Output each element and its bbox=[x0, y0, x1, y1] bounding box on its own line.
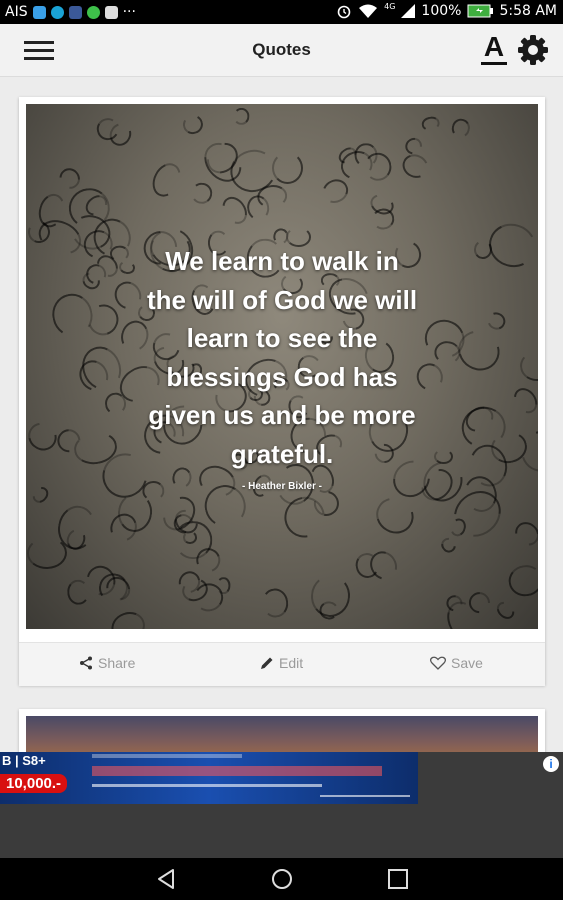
battery-percent: 100% bbox=[421, 3, 462, 19]
more-notifications-indicator: ··· bbox=[122, 4, 136, 20]
raindrop-decoration bbox=[318, 175, 353, 207]
quote-line: grateful. bbox=[230, 438, 334, 469]
raindrop-decoration bbox=[438, 535, 459, 556]
network-type-label: 4G bbox=[384, 1, 396, 11]
home-icon[interactable] bbox=[271, 868, 293, 890]
quote-line: We learn to walk in bbox=[165, 246, 399, 276]
edit-button[interactable]: Edit bbox=[260, 655, 303, 671]
raindrop-decoration bbox=[107, 606, 150, 629]
raindrop-decoration bbox=[260, 587, 290, 619]
back-icon[interactable] bbox=[155, 868, 177, 890]
raindrop-decoration bbox=[216, 577, 231, 595]
raindrop-decoration bbox=[181, 112, 206, 137]
share-label: Share bbox=[98, 655, 136, 671]
edit-label: Edit bbox=[279, 655, 304, 671]
quote-text: We learn to walk in the will of God we w… bbox=[106, 242, 458, 473]
system-navigation-bar bbox=[0, 858, 563, 900]
raindrop-decoration bbox=[233, 107, 251, 126]
alarm-icon bbox=[337, 5, 351, 19]
raindrop-decoration bbox=[483, 217, 538, 273]
battery-icon bbox=[467, 4, 494, 18]
raindrop-decoration bbox=[509, 383, 538, 418]
share-button[interactable]: Share bbox=[79, 655, 135, 671]
signal-icon bbox=[401, 4, 416, 18]
raindrop-decoration bbox=[26, 417, 62, 456]
ad-banner[interactable]: B | S8+ 10,000.- bbox=[0, 752, 418, 804]
quote-card: We learn to walk in the will of God we w… bbox=[19, 97, 545, 686]
messenger-notification-icon bbox=[50, 5, 64, 19]
app-notification-icon bbox=[32, 5, 46, 19]
facebook-notification-icon bbox=[68, 5, 82, 19]
save-label: Save bbox=[451, 655, 483, 671]
wifi-icon bbox=[359, 4, 378, 18]
raindrop-decoration bbox=[190, 181, 214, 206]
raindrop-decoration bbox=[146, 158, 186, 202]
gear-icon[interactable] bbox=[517, 34, 549, 66]
line-notification-icon bbox=[86, 5, 100, 19]
raindrop-decoration bbox=[271, 151, 304, 185]
raindrop-decoration bbox=[492, 598, 518, 624]
clock: 5:58 AM bbox=[499, 3, 557, 19]
app-bar: Quotes A bbox=[0, 24, 563, 77]
ad-info-icon[interactable]: i bbox=[543, 756, 559, 772]
raindrop-decoration bbox=[363, 151, 394, 183]
ad-area: B | S8+ 10,000.- i bbox=[0, 752, 563, 858]
quote-image[interactable]: We learn to walk in the will of God we w… bbox=[26, 104, 538, 629]
raindrop-decoration bbox=[308, 572, 353, 619]
quote-actions: Share Edit Save bbox=[19, 642, 545, 686]
ad-price: 10,000.- bbox=[0, 774, 68, 793]
font-size-icon[interactable]: A bbox=[478, 32, 510, 70]
quote-line: learn to see the bbox=[186, 323, 378, 353]
share-icon bbox=[80, 656, 92, 670]
status-bar: AIS ··· 4G 100% 5:58 AM bbox=[0, 0, 563, 24]
quote-line: given us and be more bbox=[148, 400, 416, 430]
raindrop-decoration bbox=[398, 150, 432, 183]
raindrop-decoration bbox=[518, 347, 538, 383]
font-size-glyph: A bbox=[483, 31, 505, 62]
quote-author: - Heather Bixler - bbox=[241, 481, 323, 492]
raindrop-decoration bbox=[449, 117, 472, 140]
raindrop-decoration bbox=[420, 115, 441, 132]
ad-brand: B | S8+ bbox=[2, 753, 46, 768]
quote-line: blessings God has bbox=[166, 361, 398, 392]
app-notification-icon-2 bbox=[104, 5, 118, 19]
heart-icon bbox=[430, 656, 446, 670]
quote-line: the will of God we will bbox=[146, 284, 418, 315]
raindrop-decoration bbox=[506, 563, 538, 599]
recents-icon[interactable] bbox=[387, 868, 409, 890]
carrier-label: AIS bbox=[5, 4, 28, 20]
raindrop-decoration bbox=[484, 309, 509, 333]
pencil-icon bbox=[261, 657, 273, 669]
raindrop-decoration bbox=[370, 491, 421, 541]
save-button[interactable]: Save bbox=[430, 655, 483, 671]
raindrop-decoration bbox=[510, 518, 538, 551]
